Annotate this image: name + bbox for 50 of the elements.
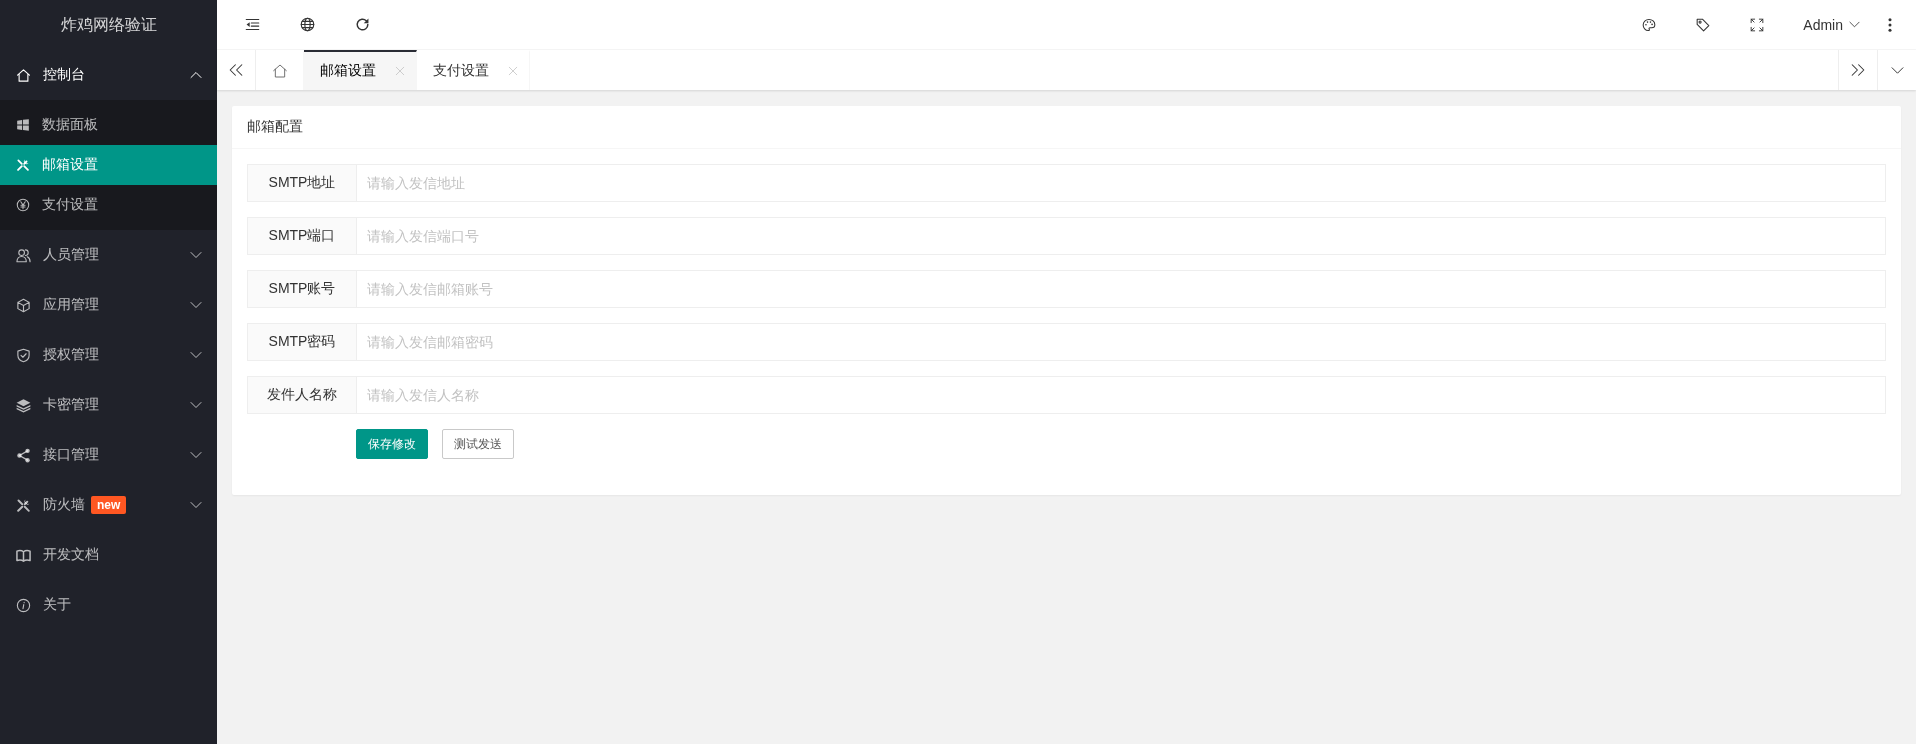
menu-item[interactable]: 接口管理 [0, 430, 217, 480]
field-label: SMTP端口 [247, 217, 357, 255]
text-input[interactable]: 请输入发信人名称 [357, 376, 1886, 414]
submenu-item[interactable]: 支付设置 [0, 185, 217, 225]
new-badge: new [91, 496, 127, 514]
menu-item[interactable]: 人员管理 [0, 230, 217, 280]
tag-icon[interactable] [1696, 17, 1711, 32]
layers-icon [16, 397, 31, 413]
card-title: 邮箱配置 [247, 118, 303, 136]
test-send-button[interactable]: 测试发送 [442, 429, 514, 459]
menu-item[interactable]: 卡密管理 [0, 380, 217, 430]
info-icon [16, 597, 31, 613]
field-label: SMTP地址 [247, 164, 357, 202]
house-icon [16, 67, 31, 83]
globe-icon[interactable] [300, 17, 315, 32]
text-input[interactable]: 请输入发信邮箱账号 [357, 270, 1886, 308]
double-chevron-right-icon [1851, 63, 1865, 77]
menu-item[interactable]: 开发文档 [0, 530, 217, 580]
menu-item[interactable]: 控制台 [0, 50, 217, 100]
menu-item[interactable]: 防火墙 new [0, 480, 217, 530]
caret-down-icon [1849, 19, 1860, 30]
text-input[interactable]: 请输入发信地址 [357, 164, 1886, 202]
cube-icon [16, 297, 31, 313]
field-label: SMTP密码 [247, 323, 357, 361]
tools-icon [16, 158, 30, 172]
indent-icon[interactable] [245, 17, 260, 32]
users-icon [16, 247, 31, 263]
palette-icon[interactable] [1642, 17, 1657, 32]
share-icon [16, 447, 31, 463]
menu-item[interactable]: 关于 [0, 580, 217, 630]
refresh-icon[interactable] [355, 17, 370, 32]
menu-item[interactable]: 应用管理 [0, 280, 217, 330]
submenu-item[interactable]: 邮箱设置 [0, 145, 217, 185]
app-title: 炸鸡网络验证 [60, 14, 157, 35]
page-tab[interactable]: 邮箱设置 [304, 50, 417, 90]
yen-icon [16, 198, 30, 212]
submenu-item[interactable]: 数据面板 [0, 105, 217, 145]
fullscreen-icon[interactable] [1750, 17, 1765, 32]
book-icon [16, 547, 31, 563]
shield-check-icon [16, 347, 31, 363]
grid-icon [16, 118, 30, 132]
text-input[interactable]: 请输入发信邮箱密码 [357, 323, 1886, 361]
field-label: 发件人名称 [247, 376, 357, 414]
user-menu[interactable]: Admin [1784, 16, 1864, 33]
field-label: SMTP账号 [247, 270, 357, 308]
tools-icon [16, 497, 31, 513]
save-button[interactable]: 保存修改 [356, 429, 428, 459]
house-icon [271, 63, 288, 79]
menu-item[interactable]: 授权管理 [0, 330, 217, 380]
double-chevron-left-icon [229, 63, 243, 77]
